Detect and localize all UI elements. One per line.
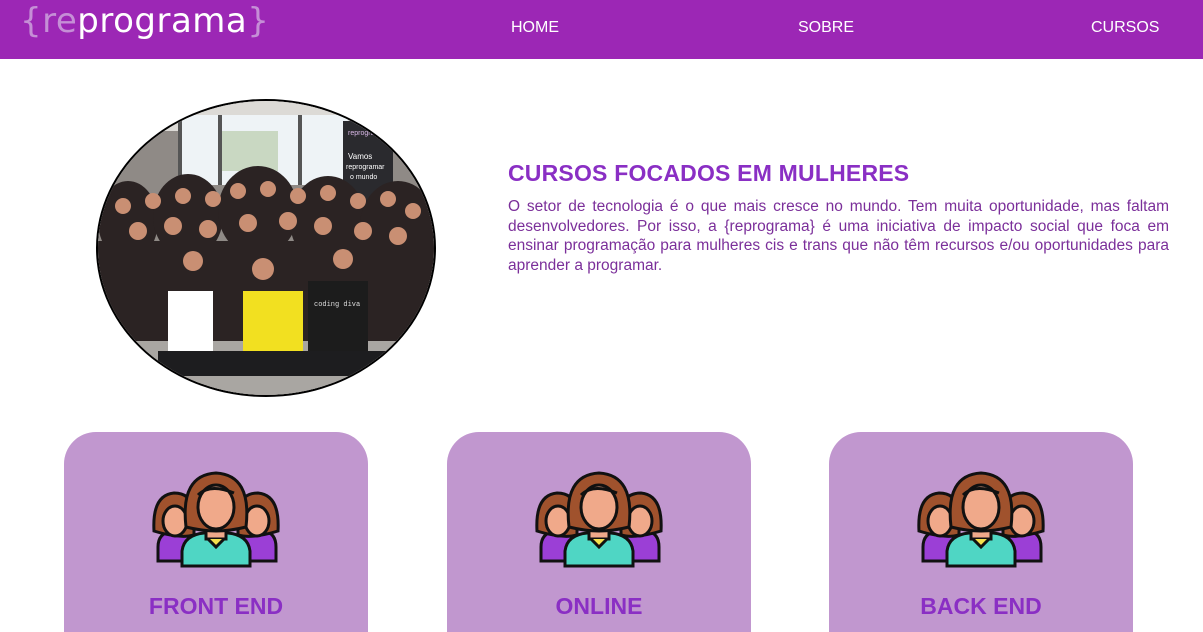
shirt-text: coding diva [314, 301, 360, 309]
section-description: O setor de tecnologia é o que mais cresc… [508, 198, 1169, 274]
logo-name: programa [77, 1, 248, 41]
nav-link-sobre[interactable]: SOBRE [798, 18, 854, 38]
nav-link-cursos[interactable]: CURSOS [1091, 18, 1159, 38]
course-card-front-end[interactable]: FRONT END [64, 432, 368, 632]
logo-open-brace: { [20, 1, 43, 41]
nav-link-home[interactable]: HOME [511, 18, 559, 38]
course-card-label: BACK END [920, 593, 1042, 619]
course-card-label: FRONT END [148, 593, 284, 619]
banner-line3: o mundo [350, 174, 377, 181]
navbar: {reprograma} HOME SOBRE CURSOS [0, 0, 1203, 59]
banner-line2: reprogramar [346, 164, 385, 171]
logo-re: re [42, 1, 78, 41]
banner-brand: reprograma [348, 130, 384, 137]
women-group-icon [917, 471, 1045, 568]
logo-close-brace: } [247, 1, 270, 41]
course-card-label: ONLINE [555, 593, 643, 619]
women-group-icon [535, 471, 663, 568]
reprograma-logo[interactable]: {reprograma} [20, 0, 269, 42]
course-card-back-end[interactable]: BACK END [829, 432, 1133, 632]
course-card-online[interactable]: ONLINE [447, 432, 751, 632]
women-group-icon [152, 471, 280, 568]
banner-line1: Vamos [348, 152, 372, 161]
section-title: CURSOS FOCADOS EM MULHERES [508, 160, 910, 186]
group-photo: reprograma Vamos reprogramar o mundo cod… [96, 99, 436, 397]
